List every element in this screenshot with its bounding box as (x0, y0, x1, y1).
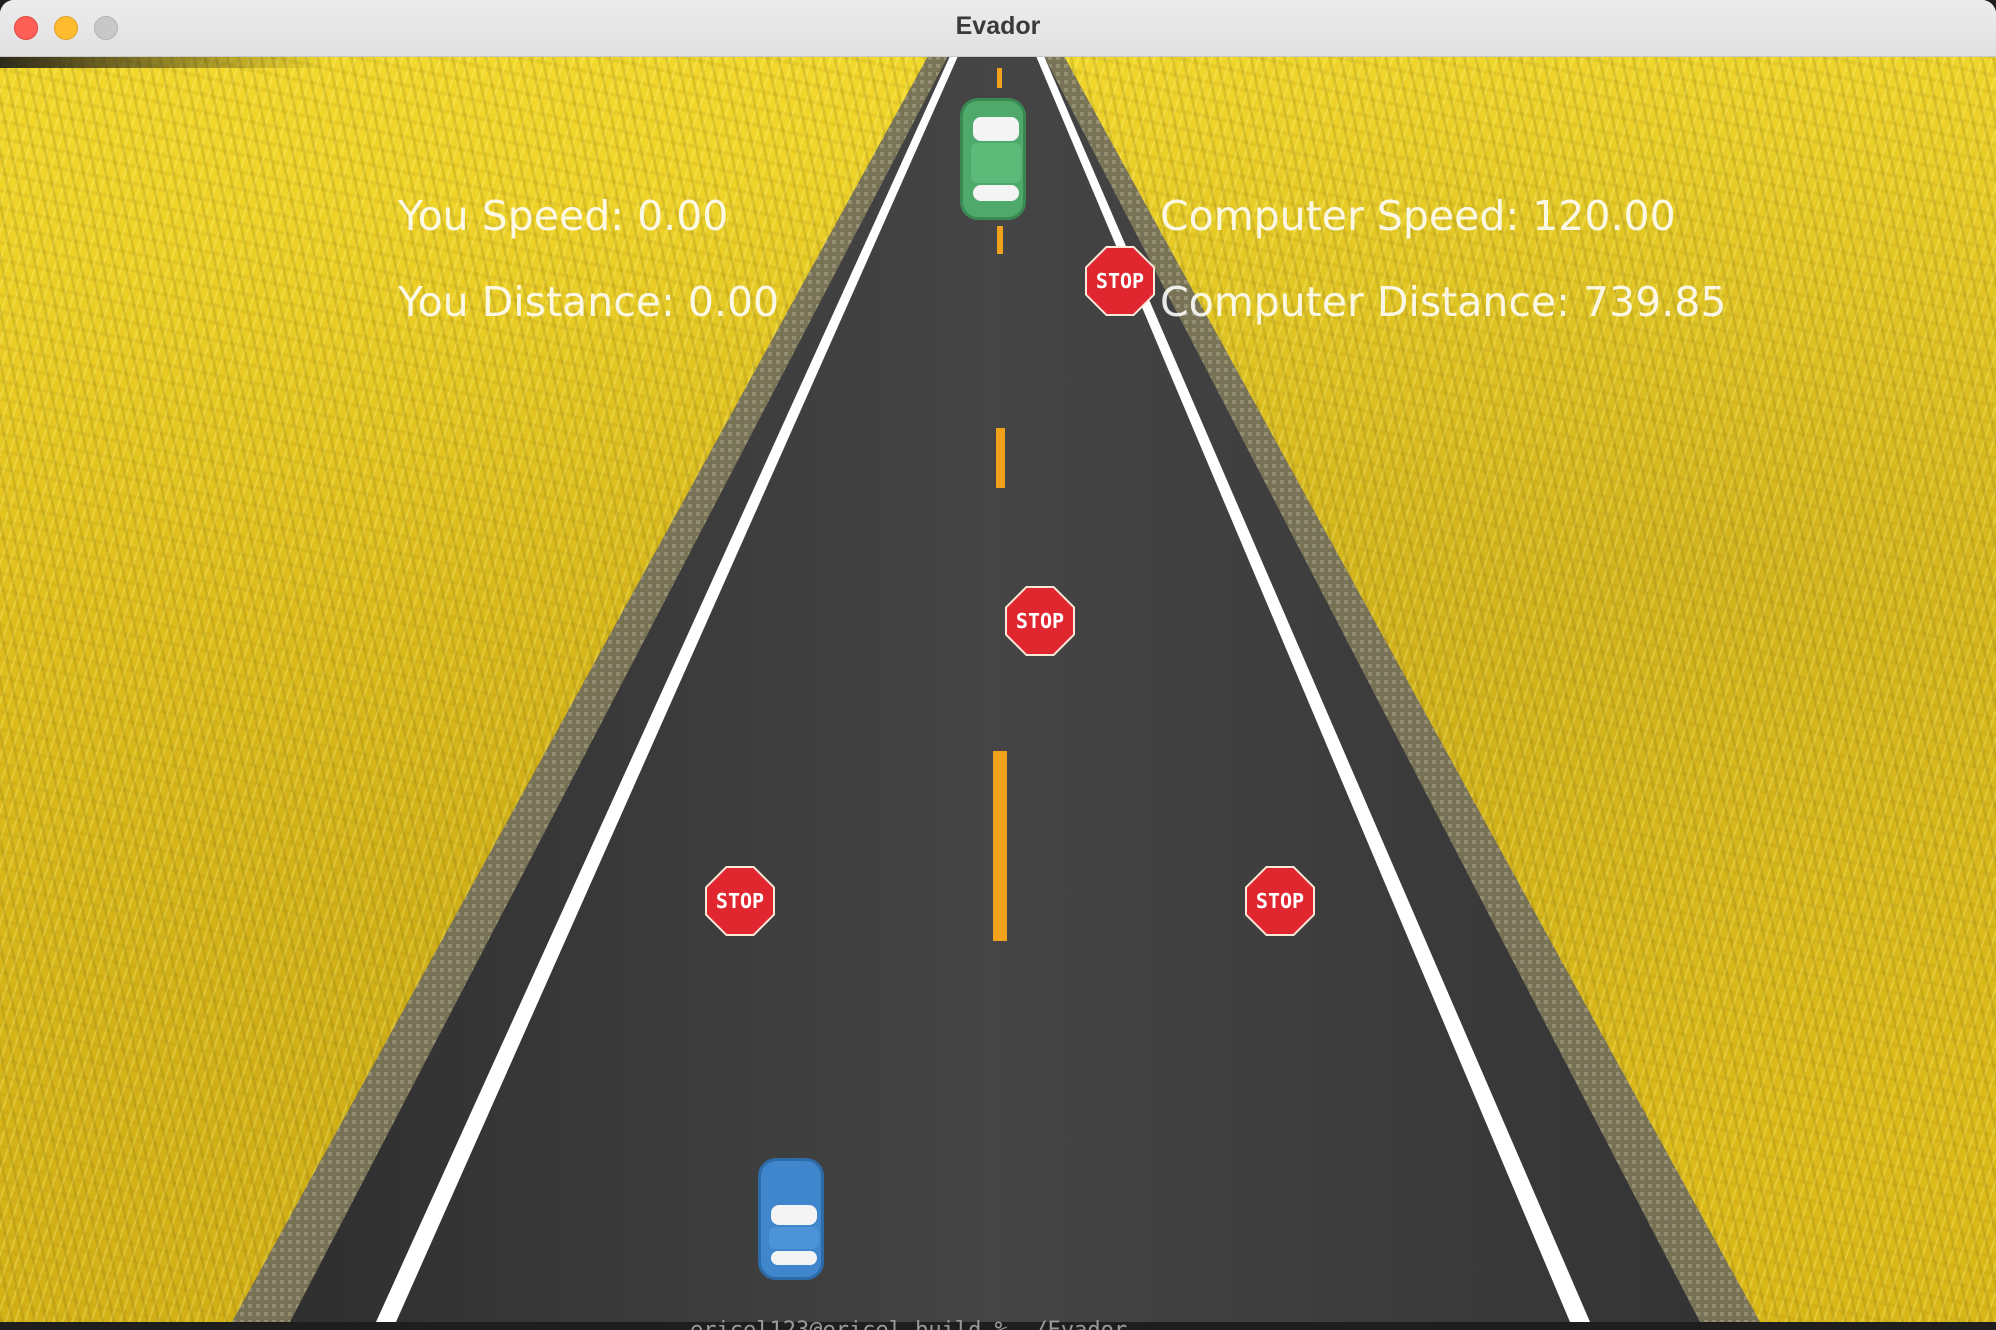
computer-speed-readout: Computer Speed: 120.00 (1160, 192, 1676, 240)
stop-sign-obstacle: STOP (1245, 866, 1315, 936)
game-window: Evador You Speed: 0.00 You Distance: 0.0… (0, 0, 1996, 1322)
stop-sign-obstacle: STOP (1085, 246, 1155, 316)
computer-distance-readout: Computer Distance: 739.85 (1160, 278, 1727, 326)
center-dash (996, 428, 1005, 488)
title-bar: Evador (0, 0, 1996, 57)
player-car[interactable] (758, 1158, 824, 1280)
stop-sign-label: STOP (1095, 269, 1145, 293)
road-surface (290, 56, 1700, 1322)
stop-sign-obstacle: STOP (1005, 586, 1075, 656)
terminal-prompt: ericel123@ericel build % ./Evador (690, 1316, 1127, 1330)
stop-sign-label: STOP (1255, 889, 1305, 913)
stop-sign-obstacle: STOP (705, 866, 775, 936)
game-canvas[interactable]: You Speed: 0.00 You Distance: 0.00 Compu… (0, 56, 1996, 1322)
window-title: Evador (955, 12, 1041, 40)
center-dash (997, 226, 1003, 254)
road (232, 56, 1760, 1322)
stop-sign-label: STOP (715, 889, 765, 913)
stop-sign-label: STOP (1015, 609, 1065, 633)
center-dash (993, 751, 1007, 941)
player-speed-readout: You Speed: 0.00 (398, 192, 729, 240)
center-dash (997, 68, 1002, 88)
player-distance-readout: You Distance: 0.00 (398, 278, 780, 326)
computer-car (960, 98, 1026, 220)
